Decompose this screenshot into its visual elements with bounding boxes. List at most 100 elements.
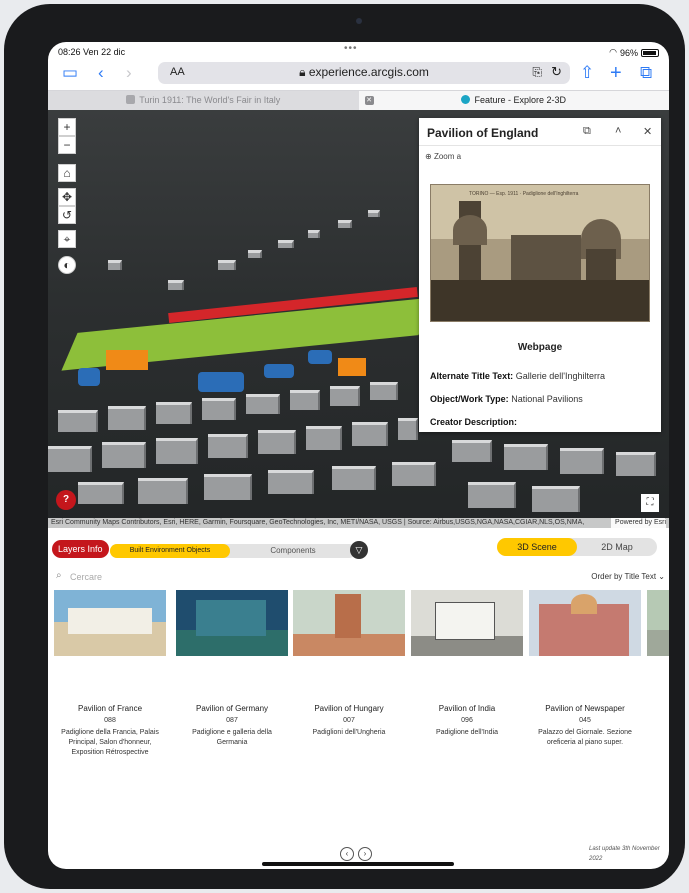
building — [616, 452, 656, 476]
wifi-icon: ◠ — [609, 47, 617, 57]
card-title: Pavilion of Hungary — [314, 704, 384, 713]
zoom-out-button[interactable]: − — [58, 136, 76, 154]
tab-components[interactable]: Components — [230, 544, 356, 558]
building — [246, 394, 280, 414]
pan-icon[interactable]: ✥ — [58, 188, 76, 206]
card-thumbnail — [647, 590, 669, 656]
reader-icon[interactable]: ⎘ — [532, 65, 542, 80]
building — [560, 448, 604, 474]
zoom-to-action[interactable]: ⊕ Zoom a — [425, 152, 461, 161]
building — [332, 466, 376, 490]
compass-icon[interactable]: ⌖ — [58, 230, 76, 248]
tab-turin-1911[interactable]: Turin 1911: The World's Fair in Italy — [48, 91, 359, 110]
building — [102, 442, 146, 468]
building — [48, 446, 92, 472]
screen: 08:26 Ven 22 dic ••• ◠ 96% ▭ ‹ › AA 🔒︎ e… — [48, 42, 669, 869]
tab-feature-explore[interactable]: ✕ Feature - Explore 2-3D — [358, 91, 669, 110]
list-item[interactable]: Pavilion of Newspaper 045 Palazzo del Gi… — [529, 590, 641, 770]
collapse-icon[interactable]: ˄ — [615, 125, 621, 137]
list-item[interactable]: Pavilion of France 088 Padiglione della … — [54, 590, 166, 770]
card-code: 045 — [579, 717, 591, 724]
dock-icon[interactable]: ⧉ — [583, 125, 591, 138]
tab-bar: Turin 1911: The World's Fair in Italy ✕ … — [48, 90, 669, 110]
card-thumbnail — [54, 590, 166, 656]
back-icon[interactable]: ‹ — [98, 64, 104, 82]
tabs-overview-icon[interactable]: ⧉ — [640, 64, 652, 82]
card-description: Padiglioni dell'Ungheria — [312, 729, 386, 736]
layer-segmented-control: Built Environment Objects Components — [110, 544, 356, 558]
webpage-link[interactable]: Webpage — [419, 342, 661, 353]
building — [306, 426, 342, 450]
reload-icon[interactable]: ↻ — [551, 64, 562, 80]
tab-built-environment[interactable]: Built Environment Objects — [110, 544, 230, 558]
address-bar[interactable]: AA 🔒︎ experience.arcgis.com ⎘ ↻ — [158, 62, 570, 84]
card-description: Padiglione della Francia, Palais Princip… — [61, 729, 159, 756]
building — [370, 382, 398, 400]
close-icon[interactable]: ✕ — [643, 125, 652, 138]
home-icon[interactable]: ⌂ — [58, 164, 76, 182]
card-title: Pavilion of India — [438, 704, 496, 713]
list-item[interactable]: Pavilion of Hungary 007 Padiglioni dell'… — [293, 590, 405, 770]
new-tab-icon[interactable]: + — [610, 63, 622, 83]
prev-page-icon[interactable]: ‹ — [340, 847, 354, 861]
building — [278, 240, 294, 248]
sidebar-icon[interactable]: ▭ — [62, 64, 78, 82]
order-by-dropdown[interactable]: Order by Title Text ⌄ — [591, 572, 665, 581]
3d-scene-button[interactable]: 3D Scene — [497, 538, 577, 556]
search-input[interactable] — [70, 570, 400, 584]
photo-caption: TORINO — Esp. 1911 · Padiglione dell'Ing… — [469, 191, 579, 197]
list-item[interactable] — [647, 590, 669, 770]
card-code: 096 — [461, 717, 473, 724]
card-thumbnail — [529, 590, 641, 656]
card-thumbnail — [411, 590, 523, 656]
pavilion-blue[interactable] — [308, 350, 332, 364]
forward-icon[interactable]: › — [126, 64, 132, 82]
url-text: 🔒︎ experience.arcgis.com — [299, 65, 429, 79]
pavilion-blue[interactable] — [78, 368, 100, 386]
last-update-note: Last update 3th November 2022 — [589, 846, 660, 862]
building — [58, 410, 98, 432]
building — [108, 406, 146, 430]
zoom-in-button[interactable]: + — [58, 118, 76, 136]
building — [204, 474, 252, 500]
building — [108, 260, 122, 270]
building — [78, 482, 124, 504]
powered-by-esri[interactable]: Powered by Esri — [611, 518, 666, 528]
pavilion-blue[interactable] — [264, 364, 294, 378]
pavilion-blue[interactable] — [198, 372, 244, 392]
rotate-icon[interactable]: ↺ — [58, 206, 76, 224]
pavilion-orange[interactable] — [106, 350, 148, 370]
pavilion-orange[interactable] — [338, 358, 366, 376]
feature-popup: Pavilion of England ⧉ ˄ ✕ ⊕ Zoom a TORIN… — [419, 118, 661, 432]
building — [352, 422, 388, 446]
lock-icon: 🔒︎ — [299, 65, 306, 79]
popup-header: Pavilion of England ⧉ ˄ ✕ — [419, 118, 661, 146]
help-button[interactable]: ? — [56, 490, 76, 510]
card-code: 007 — [343, 717, 355, 724]
building — [398, 418, 418, 440]
layers-info-button[interactable]: Layers Info — [52, 540, 109, 558]
zoom-icon: ⊕ — [425, 152, 432, 161]
next-page-icon[interactable]: › — [358, 847, 372, 861]
tab-close-icon[interactable]: ✕ — [364, 96, 374, 105]
share-icon[interactable]: ⇧ — [580, 64, 594, 82]
building — [218, 260, 236, 270]
list-item[interactable]: Pavilion of Germany 087 Padiglione e gal… — [176, 590, 288, 770]
building — [156, 402, 192, 424]
2d-map-button[interactable]: 2D Map — [577, 538, 657, 556]
card-code: 087 — [226, 717, 238, 724]
building — [532, 486, 580, 512]
list-item[interactable]: Pavilion of India 096 Padiglione dell'In… — [411, 590, 523, 770]
building — [308, 230, 320, 238]
pavilion-photo[interactable]: TORINO — Esp. 1911 · Padiglione dell'Ing… — [430, 184, 650, 322]
building — [258, 430, 296, 454]
view-toggle: 3D Scene 2D Map — [497, 538, 657, 556]
field-work-type: Object/Work Type: National Pavilions — [430, 394, 583, 404]
card-description: Palazzo del Giornale. Sezione oreficeria… — [538, 729, 632, 746]
building — [468, 482, 516, 508]
filter-icon[interactable]: ▽ — [350, 541, 368, 559]
daylight-icon[interactable]: ◐ — [58, 256, 76, 274]
multitasking-dots-icon[interactable]: ••• — [344, 43, 358, 54]
field-creator-description: Creator Description: — [430, 417, 518, 427]
fullscreen-icon[interactable]: ⛶ — [641, 494, 659, 512]
